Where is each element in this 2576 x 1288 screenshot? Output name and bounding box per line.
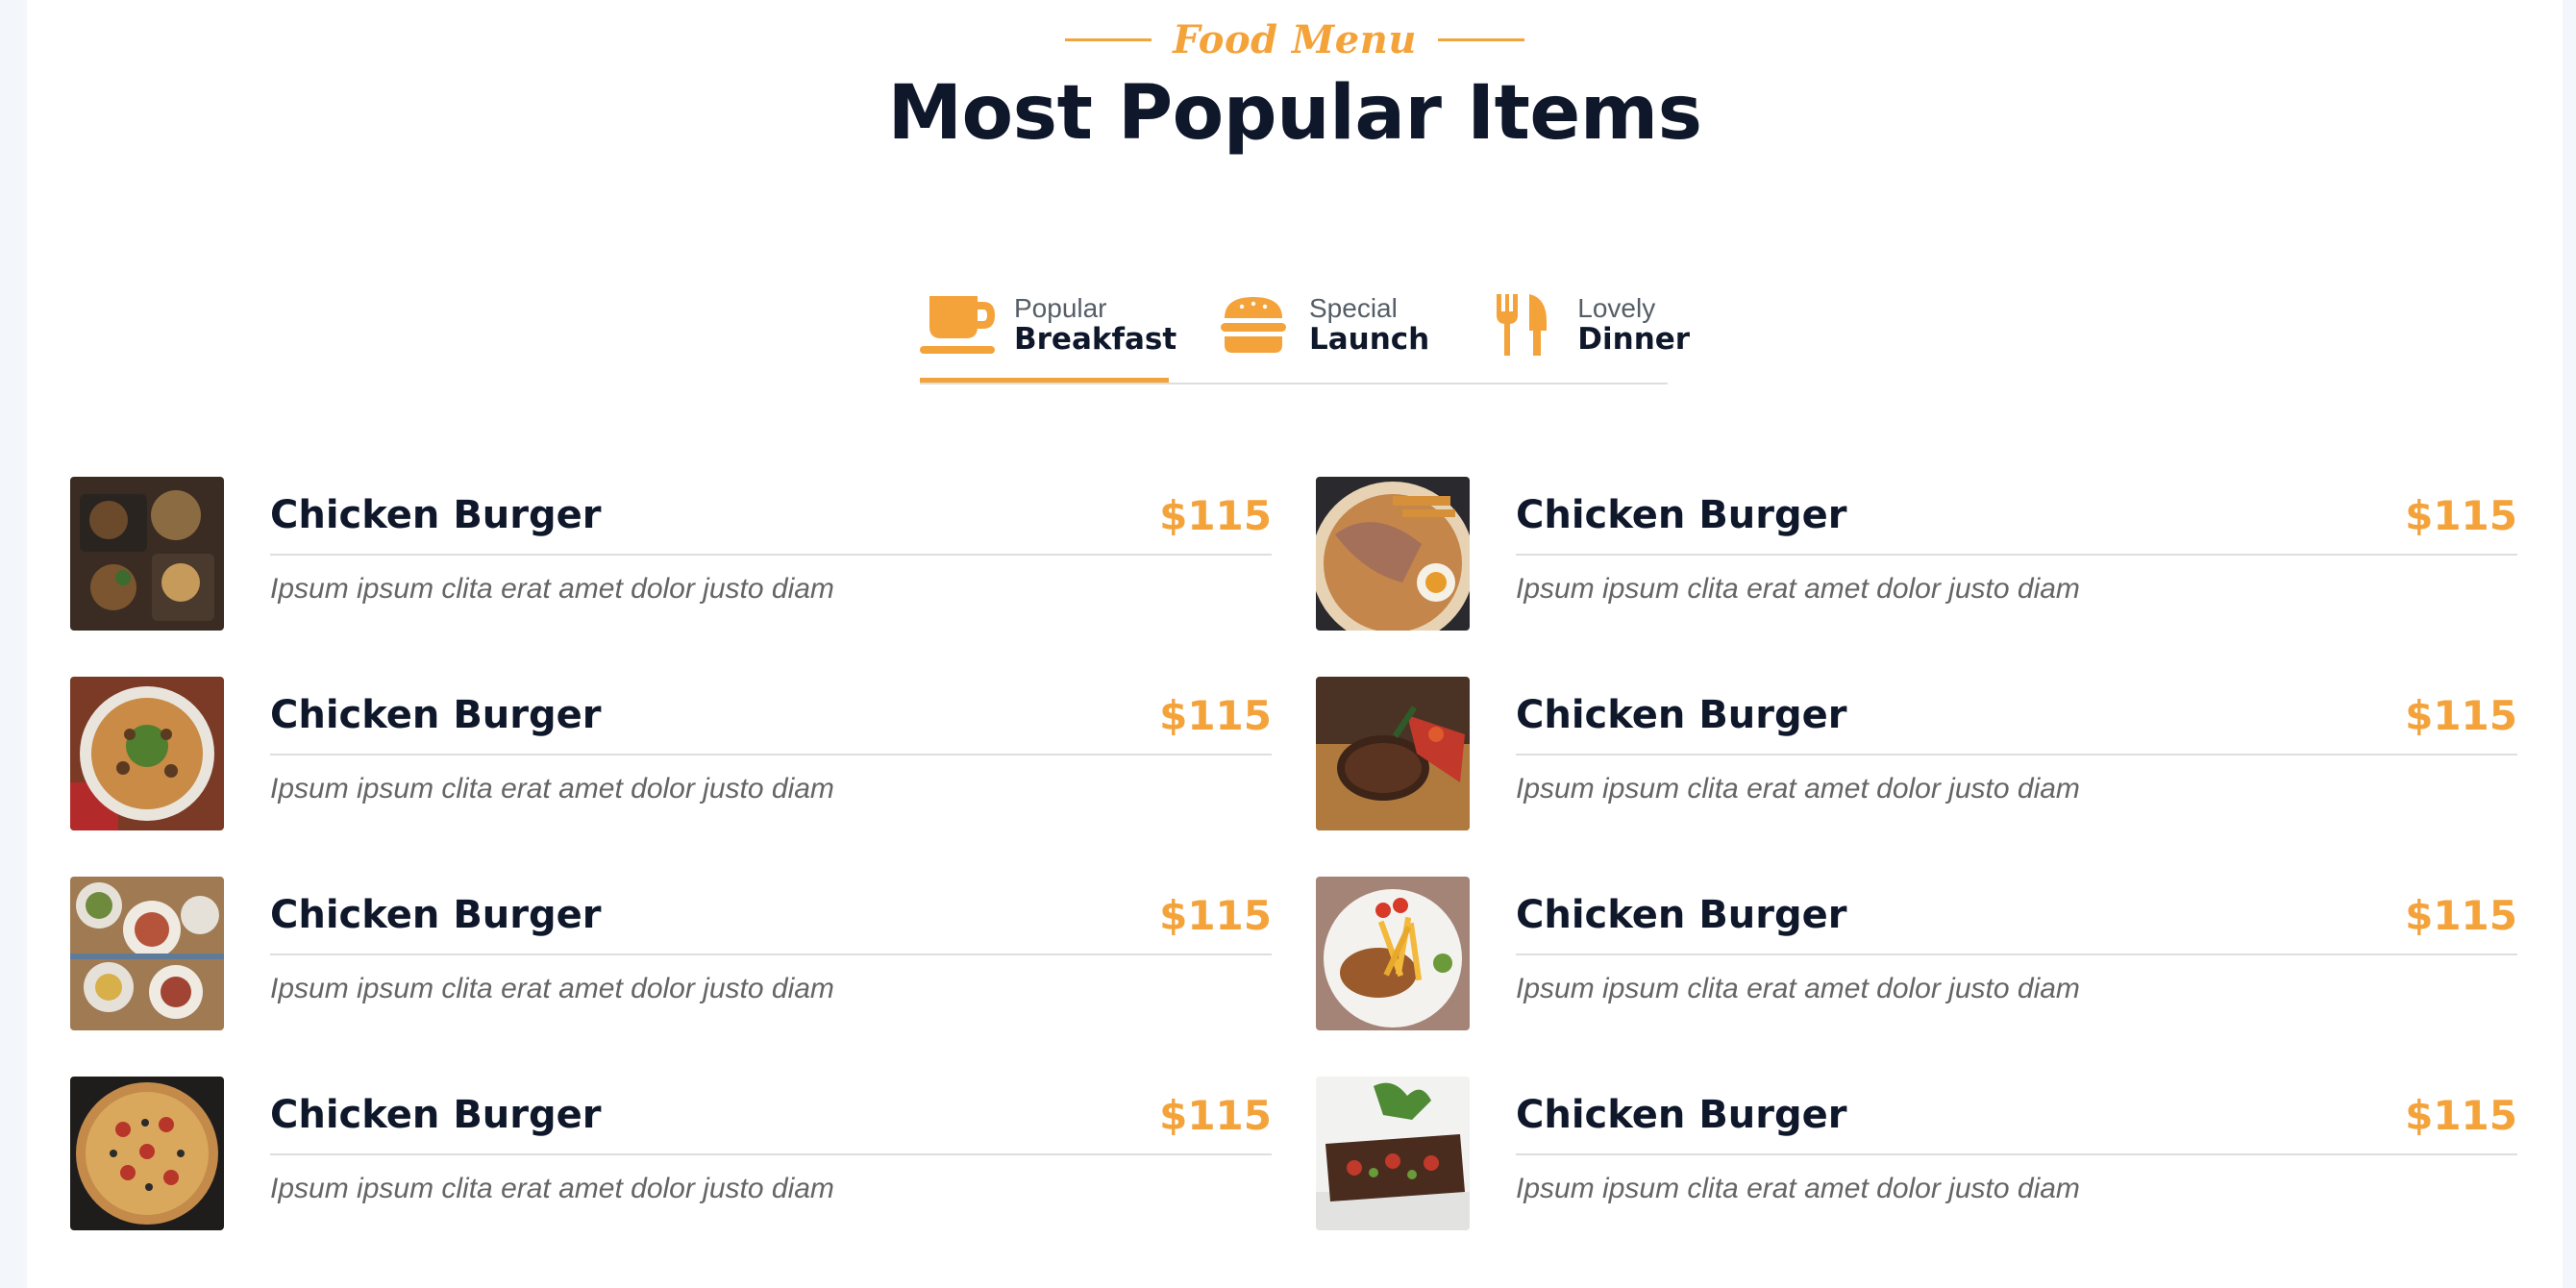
menu-item-info: Chicken Burger $115 Ipsum ipsum clita er… — [1516, 477, 2517, 631]
food-image — [70, 477, 224, 631]
tab-launch-main: Launch — [1309, 322, 1430, 358]
menu-item-header: Chicken Burger $115 — [1516, 877, 2517, 955]
eyebrow-line-left — [1065, 38, 1152, 41]
menu-item-name: Chicken Burger — [1516, 1093, 1847, 1137]
menu-item-header: Chicken Burger $115 — [1516, 1077, 2517, 1155]
tab-dinner-labels: Lovely Dinner — [1577, 292, 1691, 358]
eyebrow: Food Menu — [1065, 17, 1524, 62]
food-image — [1316, 1077, 1470, 1230]
menu-item-name: Chicken Burger — [270, 893, 602, 937]
menu-column-left: Chicken Burger $115 Ipsum ipsum clita er… — [70, 477, 1272, 1276]
tab-dinner-sub: Lovely — [1577, 292, 1656, 323]
menu-item[interactable]: Chicken Burger $115 Ipsum ipsum clita er… — [70, 477, 1272, 631]
menu-item-description: Ipsum ipsum clita erat amet dolor justo … — [270, 773, 834, 805]
food-image — [70, 677, 224, 830]
tab-launch-labels: Special Launch — [1309, 292, 1430, 358]
page-title: Most Popular Items — [887, 70, 1702, 157]
eyebrow-text: Food Menu — [1173, 17, 1417, 62]
menu-item-price: $115 — [1159, 1091, 1272, 1139]
menu-item[interactable]: Chicken Burger $115 Ipsum ipsum clita er… — [1316, 677, 2517, 830]
food-image — [1316, 477, 1470, 631]
menu-item-info: Chicken Burger $115 Ipsum ipsum clita er… — [270, 1077, 1272, 1230]
menu-item-description: Ipsum ipsum clita erat amet dolor justo … — [1516, 973, 2080, 1004]
menu-item[interactable]: Chicken Burger $115 Ipsum ipsum clita er… — [1316, 477, 2517, 631]
menu-item-description: Ipsum ipsum clita erat amet dolor justo … — [1516, 773, 2080, 805]
menu-item-price: $115 — [1159, 691, 1272, 739]
hamburger-icon — [1215, 286, 1292, 363]
tab-dinner-main: Dinner — [1577, 322, 1691, 358]
menu-item-info: Chicken Burger $115 Ipsum ipsum clita er… — [270, 677, 1272, 830]
menu-item-name: Chicken Burger — [270, 1093, 602, 1137]
menu-item-name: Chicken Burger — [1516, 693, 1847, 737]
tab-breakfast[interactable]: Popular Breakfast — [920, 269, 1177, 383]
menu-item-name: Chicken Burger — [270, 693, 602, 737]
tab-launch[interactable]: Special Launch — [1215, 269, 1441, 381]
menu-tabs: Popular Breakfast Special Launch Lovely … — [920, 269, 1690, 384]
menu-item-info: Chicken Burger $115 Ipsum ipsum clita er… — [270, 877, 1272, 1030]
food-image — [70, 877, 224, 1030]
menu-item[interactable]: Chicken Burger $115 Ipsum ipsum clita er… — [1316, 1077, 2517, 1230]
eyebrow-line-right — [1437, 38, 1524, 41]
menu-item[interactable]: Chicken Burger $115 Ipsum ipsum clita er… — [70, 677, 1272, 830]
menu-item-price: $115 — [2405, 691, 2517, 739]
menu-item-name: Chicken Burger — [1516, 493, 1847, 537]
menu-item-info: Chicken Burger $115 Ipsum ipsum clita er… — [1516, 877, 2517, 1030]
section-header: Food Menu Most Popular Items — [27, 17, 2563, 157]
menu-item-price: $115 — [1159, 491, 1272, 539]
menu-item-description: Ipsum ipsum clita erat amet dolor justo … — [1516, 573, 2080, 605]
menu-item-description: Ipsum ipsum clita erat amet dolor justo … — [270, 1173, 834, 1204]
utensils-icon — [1483, 286, 1560, 363]
menu-item-description: Ipsum ipsum clita erat amet dolor justo … — [270, 573, 834, 605]
menu-item-info: Chicken Burger $115 Ipsum ipsum clita er… — [1516, 677, 2517, 830]
menu-item-price: $115 — [2405, 491, 2517, 539]
menu-item-info: Chicken Burger $115 Ipsum ipsum clita er… — [1516, 1077, 2517, 1230]
tab-breakfast-sub: Popular — [1014, 292, 1107, 323]
tab-breakfast-labels: Popular Breakfast — [1014, 292, 1177, 358]
menu-item[interactable]: Chicken Burger $115 Ipsum ipsum clita er… — [70, 877, 1272, 1030]
menu-item-price: $115 — [2405, 1091, 2517, 1139]
menu-item[interactable]: Chicken Burger $115 Ipsum ipsum clita er… — [70, 1077, 1272, 1230]
menu-item-description: Ipsum ipsum clita erat amet dolor justo … — [1516, 1173, 2080, 1204]
food-image — [70, 1077, 224, 1230]
coffee-cup-icon — [920, 286, 997, 363]
food-image — [1316, 877, 1470, 1030]
tab-dinner[interactable]: Lovely Dinner — [1483, 269, 1701, 381]
menu-item-info: Chicken Burger $115 Ipsum ipsum clita er… — [270, 477, 1272, 631]
food-image — [1316, 677, 1470, 830]
menu-item-header: Chicken Burger $115 — [270, 1077, 1272, 1155]
tab-breakfast-main: Breakfast — [1014, 322, 1177, 358]
menu-item-name: Chicken Burger — [1516, 893, 1847, 937]
menu-item-price: $115 — [2405, 891, 2517, 939]
menu-item-price: $115 — [1159, 891, 1272, 939]
page: Food Menu Most Popular Items Popular Bre… — [27, 0, 2563, 1288]
tab-launch-sub: Special — [1309, 292, 1398, 323]
menu-item-name: Chicken Burger — [270, 493, 602, 537]
menu-column-right: Chicken Burger $115 Ipsum ipsum clita er… — [1316, 477, 2517, 1276]
menu-item-description: Ipsum ipsum clita erat amet dolor justo … — [270, 973, 834, 1004]
menu-item-header: Chicken Burger $115 — [1516, 477, 2517, 556]
menu-item-header: Chicken Burger $115 — [270, 477, 1272, 556]
menu-item-header: Chicken Burger $115 — [1516, 677, 2517, 755]
menu-item-header: Chicken Burger $115 — [270, 677, 1272, 755]
menu-item[interactable]: Chicken Burger $115 Ipsum ipsum clita er… — [1316, 877, 2517, 1030]
menu-item-header: Chicken Burger $115 — [270, 877, 1272, 955]
